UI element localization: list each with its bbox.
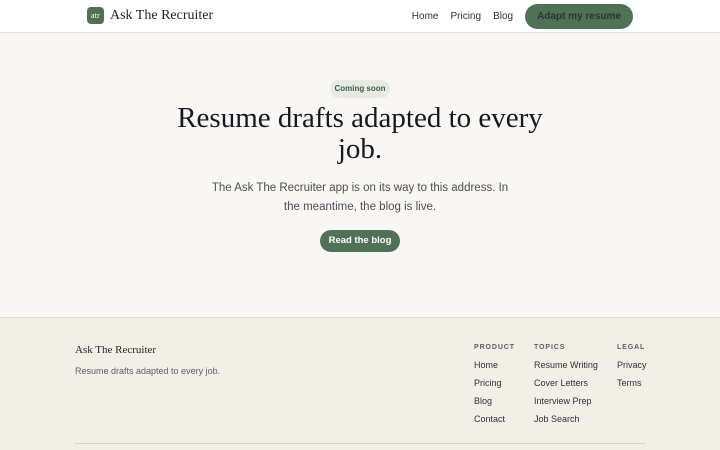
logo-badge-icon: atr bbox=[87, 7, 104, 24]
footer-heading-legal: LEGAL bbox=[617, 344, 646, 351]
hero-subtitle: The Ask The Recruiter app is on its way … bbox=[211, 182, 509, 213]
footer-column-topics: TOPICS Resume Writing Cover Letters Inte… bbox=[534, 344, 598, 432]
footer-link-job-search[interactable]: Job Search bbox=[534, 414, 598, 432]
main-nav: Home Pricing Blog Adapt my resume bbox=[412, 3, 633, 29]
hero-title: Resume drafts adapted to every job. bbox=[177, 102, 543, 165]
site-footer: Ask The Recruiter Resume drafts adapted … bbox=[0, 317, 720, 450]
brand-name: Ask The Recruiter bbox=[110, 7, 214, 23]
footer-link-resume-writing[interactable]: Resume Writing bbox=[534, 360, 598, 378]
footer-heading-topics: TOPICS bbox=[534, 344, 566, 351]
footer-brand: Ask The Recruiter bbox=[75, 344, 157, 356]
footer-link-privacy[interactable]: Privacy bbox=[617, 360, 647, 378]
read-blog-button[interactable]: Read the blog bbox=[320, 230, 400, 252]
site-header: atr Ask The Recruiter Home Pricing Blog … bbox=[0, 0, 720, 33]
footer-tagline: Resume drafts adapted to every job. bbox=[75, 366, 221, 376]
footer-link-cover-letters[interactable]: Cover Letters bbox=[534, 378, 598, 396]
coming-soon-badge: Coming soon bbox=[330, 80, 390, 98]
footer-column-product: PRODUCT Home Pricing Blog Contact bbox=[474, 344, 515, 432]
footer-divider bbox=[75, 443, 645, 444]
hero-section: Coming soon Resume drafts adapted to eve… bbox=[0, 33, 720, 317]
footer-link-contact[interactable]: Contact bbox=[474, 414, 515, 432]
footer-link-interview-prep[interactable]: Interview Prep bbox=[534, 396, 598, 414]
logo-link[interactable]: atr Ask The Recruiter bbox=[87, 7, 213, 24]
adapt-resume-button[interactable]: Adapt my resume bbox=[525, 3, 633, 29]
nav-home[interactable]: Home bbox=[412, 11, 439, 22]
footer-column-legal: LEGAL Privacy Terms bbox=[617, 344, 647, 396]
footer-link-terms[interactable]: Terms bbox=[617, 378, 647, 396]
nav-pricing[interactable]: Pricing bbox=[450, 11, 481, 22]
footer-link-home[interactable]: Home bbox=[474, 360, 515, 378]
footer-link-blog[interactable]: Blog bbox=[474, 396, 515, 414]
nav-blog[interactable]: Blog bbox=[493, 11, 513, 22]
footer-link-pricing[interactable]: Pricing bbox=[474, 378, 515, 396]
footer-heading-product: PRODUCT bbox=[474, 344, 515, 351]
